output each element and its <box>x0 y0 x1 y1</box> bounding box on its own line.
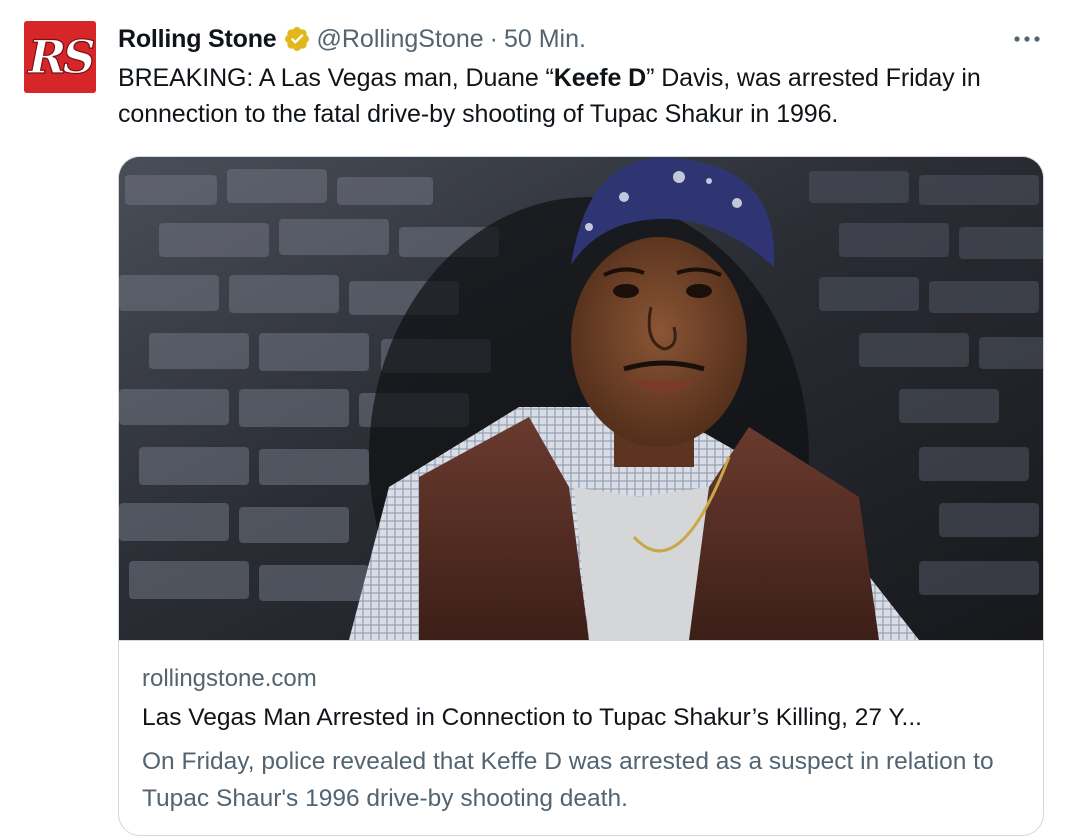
tweet-text-part1: BREAKING: A Las Vegas man, Duane “ <box>118 64 554 92</box>
card-body[interactable]: rollingstone.com Las Vegas Man Arrested … <box>119 640 1043 812</box>
card-photo <box>119 157 1043 640</box>
link-preview-card[interactable]: rollingstone.com Las Vegas Man Arrested … <box>118 156 1044 836</box>
tweet-text-bold: Keefe D <box>553 64 647 92</box>
author-avatar[interactable]: RS <box>24 21 96 93</box>
author-display-name[interactable]: Rolling Stone <box>118 25 277 54</box>
separator-dot: · <box>489 24 498 53</box>
svg-text:RS: RS <box>26 30 94 84</box>
card-description: On Friday, police revealed that Keffe D … <box>142 748 994 812</box>
card-title: Las Vegas Man Arrested in Connection to … <box>142 704 922 731</box>
author-handle[interactable]: @RollingStone <box>317 25 484 54</box>
verified-badge-gold-icon[interactable] <box>283 25 311 53</box>
tweet-text: BREAKING: A Las Vegas man, Duane “Keefe … <box>118 60 1048 132</box>
tweet-timestamp[interactable]: 50 Min. <box>504 25 586 54</box>
card-domain: rollingstone.com <box>142 665 317 692</box>
card-image[interactable] <box>119 157 1043 640</box>
tweet-header: Rolling Stone @RollingStone · 50 Min. <box>118 22 586 56</box>
tweet: RS Rolling Stone @RollingStone · 50 Min.… <box>0 0 1072 836</box>
ellipsis-icon[interactable] <box>1012 32 1042 46</box>
rolling-stone-logo-icon: RS <box>24 21 96 93</box>
